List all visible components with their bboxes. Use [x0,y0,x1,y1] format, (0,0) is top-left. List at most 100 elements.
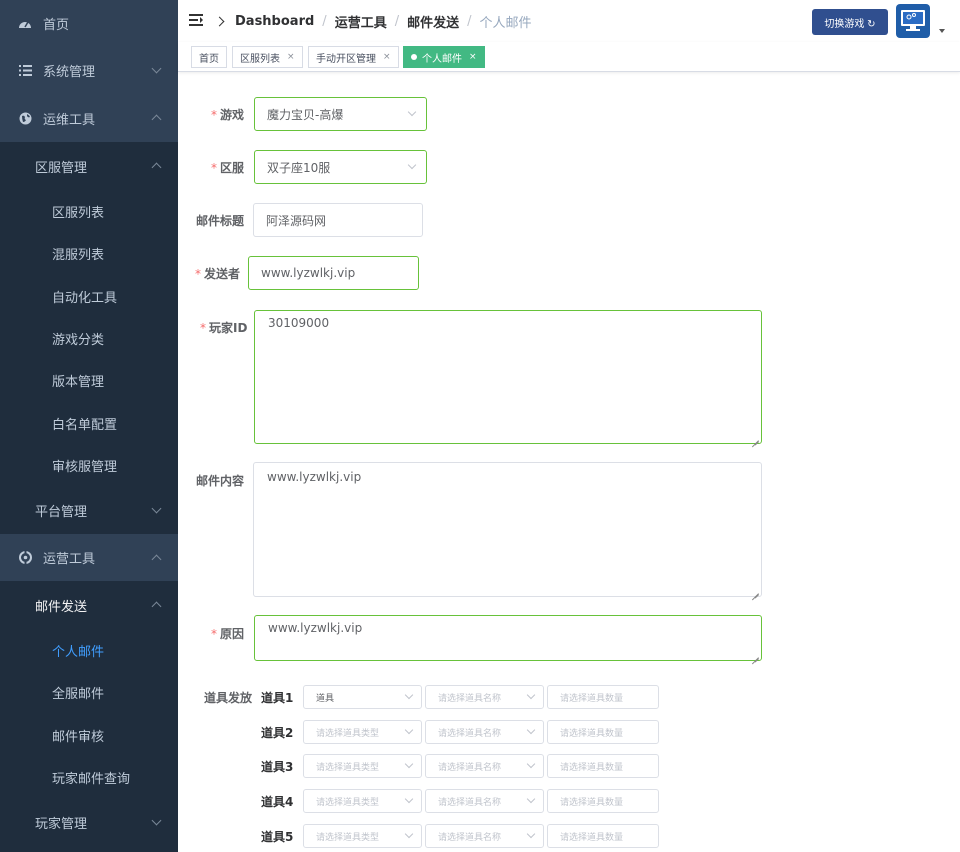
item-name-placeholder: 请选择道具名称 [438,832,502,843]
tag-home[interactable]: 首页 [191,46,227,68]
chevron-down-icon [151,815,162,825]
sidebar-game-category-label: 游戏分类 [52,332,105,348]
sidebar-item-mail-send[interactable]: 邮件发送 [0,581,178,629]
sidebar-item-ops[interactable]: 运维工具 [0,94,178,142]
sidebar-item-personal-mail[interactable]: 个人邮件 [0,629,178,671]
hamburger-icon[interactable] [189,14,203,26]
sidebar-item-platform[interactable]: 平台管理 [0,487,178,534]
player-id-label: * 玩家ID [200,321,248,335]
avatar[interactable] [896,4,930,38]
game-select-value: 魔力宝贝-高爆 [267,107,344,122]
item-1-name-select[interactable]: 请选择道具名称 [425,685,544,709]
breadcrumb-mail-send[interactable]: 邮件发送 [407,12,459,31]
sidebar-zone-mgmt-label: 区服管理 [35,160,88,176]
sidebar-item-mixed-list[interactable]: 混服列表 [0,232,178,275]
player-id-value: 30109000 [268,316,330,330]
monitor-icon [901,10,925,31]
sidebar-home-label: 首页 [43,18,70,33]
sidebar-review-server-label: 审核服管理 [52,460,118,475]
item-2-type-select[interactable]: 请选择道具类型 [303,720,422,744]
tag-zone-list[interactable]: 区服列表 × [232,46,303,68]
sender-value: www.lyzwlkj.vip [261,266,356,280]
item-qty-placeholder: 请选择道具数量 [560,797,624,808]
resize-handle-icon[interactable] [752,651,759,658]
breadcrumb: Dashboard / 运营工具 / 邮件发送 / 个人邮件 [214,12,532,31]
item-4-name-select[interactable]: 请选择道具名称 [425,789,544,813]
reason-textarea[interactable]: www.lyzwlkj.vip [254,615,762,661]
tag-label: 区服列表 [240,53,280,65]
mail-content-label: 邮件内容 [196,474,245,488]
tag-manual-zone[interactable]: 手动开区管理 × [308,46,399,68]
chevron-down-icon [151,503,162,513]
breadcrumb-current: 个人邮件 [479,16,532,31]
sidebar-operations-label: 运营工具 [43,552,96,567]
operations-icon [18,551,32,565]
sidebar-item-game-category[interactable]: 游戏分类 [0,317,178,359]
game-select[interactable]: 魔力宝贝-高爆 [254,97,427,131]
sidebar-item-review-server[interactable]: 审核服管理 [0,444,178,487]
tag-label: 手动开区管理 [316,53,376,65]
item-4-quantity-input[interactable]: 请选择道具数量 [547,789,659,813]
breadcrumb-dashboard[interactable]: Dashboard [235,14,314,29]
item-type-placeholder: 请选择道具类型 [316,832,380,843]
switch-game-button[interactable]: 切换游戏 ↻ [812,9,888,35]
item-5-type-select[interactable]: 请选择道具类型 [303,824,422,848]
item-1-type-select[interactable]: 道具 [303,685,422,709]
chevron-down-icon [407,107,417,117]
caret-down-icon[interactable] [939,29,945,33]
sidebar-mail-send-label: 邮件发送 [35,599,88,615]
breadcrumb-separator: / [467,14,472,29]
close-icon[interactable]: × [469,52,477,62]
sidebar-player-mail-query-label: 玩家邮件查询 [52,772,131,787]
items-label: 道具发放 [204,691,253,705]
sidebar-item-mail-review[interactable]: 邮件审核 [0,714,178,756]
sidebar-item-whitelist[interactable]: 白名单配置 [0,402,178,444]
tag-personal-mail[interactable]: 个人邮件 × [403,46,485,68]
sidebar-item-system[interactable]: 系统管理 [0,47,178,94]
sidebar-item-automation[interactable]: 自动化工具 [0,275,178,317]
sidebar-item-player-mail-query[interactable]: 玩家邮件查询 [0,756,178,799]
resize-handle-icon[interactable] [752,434,759,441]
sidebar-item-all-server-mail[interactable]: 全服邮件 [0,671,178,714]
item-type-placeholder: 请选择道具类型 [316,728,380,739]
item-5-label: 道具5 [261,830,294,844]
item-name-placeholder: 请选择道具名称 [438,762,502,773]
sidebar-item-zone-list[interactable]: 区服列表 [0,190,178,232]
sidebar-item-operations[interactable]: 运营工具 [0,534,178,581]
sidebar-whitelist-label: 白名单配置 [52,417,118,433]
tag-label: 首页 [199,53,219,65]
tag-label: 个人邮件 [422,53,462,65]
item-2-quantity-input[interactable]: 请选择道具数量 [547,720,659,744]
zone-select[interactable]: 双子座10服 [254,150,427,184]
close-icon[interactable]: × [383,52,391,62]
mail-content-textarea[interactable]: www.lyzwlkj.vip [253,462,762,597]
item-qty-placeholder: 请选择道具数量 [560,728,624,739]
resize-handle-icon[interactable] [752,587,759,594]
sidebar-item-player-mgmt[interactable]: 玩家管理 [0,799,178,846]
mail-title-input[interactable]: 阿泽源码网 [253,203,423,237]
item-3-quantity-input[interactable]: 请选择道具数量 [547,754,659,778]
item-4-type-select[interactable]: 请选择道具类型 [303,789,422,813]
item-4-label: 道具4 [261,795,294,809]
mail-title-value: 阿泽源码网 [266,213,327,228]
item-1-label: 道具1 [261,691,294,705]
sidebar-item-zone-mgmt[interactable]: 区服管理 [0,142,178,190]
item-3-label: 道具3 [261,760,294,774]
chevron-down-icon [526,690,536,700]
item-1-quantity-input[interactable]: 请选择道具数量 [547,685,659,709]
item-5-quantity-input[interactable]: 请选择道具数量 [547,824,659,848]
breadcrumb-operations[interactable]: 运营工具 [335,12,387,31]
chevron-down-icon [151,63,162,73]
sidebar-item-home[interactable]: 首页 [0,0,178,47]
sidebar-item-version[interactable]: 版本管理 [0,359,178,402]
sender-input[interactable]: www.lyzwlkj.vip [248,256,419,290]
player-id-textarea[interactable]: 30109000 [254,310,762,444]
globe-icon [18,111,32,125]
chevron-down-icon [526,829,536,839]
close-icon[interactable]: × [287,52,295,62]
item-2-label: 道具2 [261,726,294,740]
item-2-name-select[interactable]: 请选择道具名称 [425,720,544,744]
item-3-name-select[interactable]: 请选择道具名称 [425,754,544,778]
item-3-type-select[interactable]: 请选择道具类型 [303,754,422,778]
item-5-name-select[interactable]: 请选择道具名称 [425,824,544,848]
